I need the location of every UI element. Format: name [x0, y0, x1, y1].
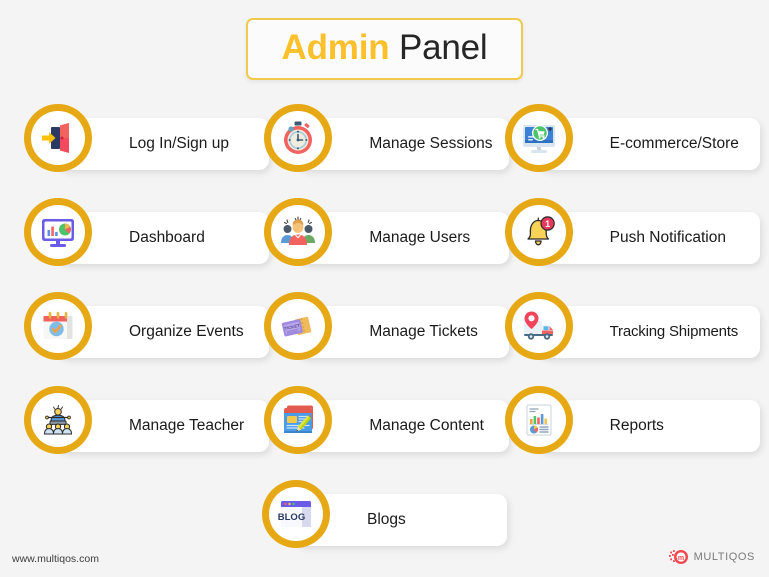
- feature-card-label: Organize Events: [129, 323, 244, 341]
- feature-cell: E-commerce/Store: [504, 104, 760, 198]
- page-title-box: Admin Panel: [245, 18, 524, 80]
- feature-icon-ring: 1: [504, 198, 573, 266]
- feature-card-label: Tracking Shipments: [609, 322, 739, 340]
- feature-card-label: Blogs: [367, 511, 406, 529]
- feature-icon-ring: [504, 104, 573, 172]
- feature-row: Blogs BLOG: [0, 480, 769, 574]
- page-title-container: Admin Panel: [0, 18, 769, 80]
- feature-grid: Log In/Sign up Manage Sessions E-commerc…: [0, 104, 769, 574]
- delivery-truck-pin-icon: [511, 299, 566, 353]
- tickets-icon: TICKET: [271, 299, 326, 353]
- stopwatch-icon: [271, 111, 326, 165]
- document-pencil-icon: [271, 393, 326, 447]
- multiqos-mark-icon: m: [668, 550, 688, 564]
- feature-card-label: Push Notification: [609, 229, 726, 247]
- page-title-rest: Panel: [389, 28, 488, 67]
- bell-badge-count: 1: [545, 219, 550, 229]
- feature-cell: Manage Sessions: [264, 104, 510, 198]
- feature-card-label: Log In/Sign up: [129, 135, 229, 153]
- teacher-students-icon: [31, 393, 85, 447]
- page-title: Admin Panel: [282, 30, 488, 65]
- feature-icon-ring: TICKET: [264, 292, 333, 360]
- feature-icon-ring: [24, 292, 92, 360]
- feature-card-label: Reports: [609, 417, 664, 435]
- feature-icon-ring: [24, 198, 92, 266]
- feature-card-label: Dashboard: [129, 229, 205, 247]
- feature-card-label: Manage Tickets: [369, 323, 478, 341]
- feature-row: Manage Teacher Manage Content Reports: [0, 386, 769, 480]
- feature-cell: Log In/Sign up: [24, 104, 269, 198]
- feature-card-label: Manage Sessions: [369, 135, 493, 153]
- feature-row: Log In/Sign up Manage Sessions E-commerc…: [0, 104, 769, 198]
- feature-cell: Manage Teacher: [24, 386, 269, 480]
- feature-cell: Tracking Shipments: [504, 292, 760, 386]
- brand-name: MULTIQOS: [693, 551, 755, 563]
- feature-cell: Dashboard: [24, 198, 269, 292]
- feature-icon-ring: [24, 386, 92, 454]
- feature-row: Dashboard Manage Users Push Notification…: [0, 198, 769, 292]
- feature-card-label: Manage Content: [369, 417, 484, 435]
- feature-icon-ring: [504, 292, 573, 360]
- feature-icon-ring: [264, 198, 333, 266]
- page-title-accent: Admin: [281, 28, 390, 67]
- bell-badge-icon: 1: [511, 205, 566, 259]
- feature-cell: Manage Tickets TICKET: [264, 292, 510, 386]
- feature-card-label: E-commerce/Store: [609, 135, 739, 153]
- monitor-cart-icon: [511, 111, 566, 165]
- feature-cell: Push Notification 1: [504, 198, 760, 292]
- footer-website-url[interactable]: www.multiqos.com: [12, 553, 99, 565]
- feature-cell: Blogs BLOG: [262, 480, 507, 574]
- blog-icon-text: BLOG: [278, 512, 305, 523]
- brand-logo: m MULTIQOS: [668, 547, 755, 567]
- users-group-icon: [271, 205, 326, 259]
- feature-icon-ring: [264, 386, 333, 454]
- calendar-check-icon: [31, 299, 85, 353]
- feature-icon-ring: [24, 104, 92, 172]
- feature-row: Organize Events Manage Tickets TICKET Tr…: [0, 292, 769, 386]
- feature-icon-ring: BLOG: [262, 480, 330, 548]
- brand-mark-letter: m: [677, 555, 683, 562]
- door-login-icon: [31, 111, 85, 165]
- feature-icon-ring: [504, 386, 573, 454]
- report-chart-icon: [511, 393, 566, 447]
- feature-card-label: Manage Users: [369, 229, 471, 247]
- feature-card-label: Manage Teacher: [129, 417, 245, 435]
- monitor-chart-icon: [31, 205, 85, 259]
- feature-icon-ring: [264, 104, 333, 172]
- feature-cell: Reports: [504, 386, 760, 480]
- feature-cell: Manage Content: [264, 386, 510, 480]
- feature-cell: Manage Users: [264, 198, 510, 292]
- blog-window-icon: BLOG: [269, 487, 323, 541]
- feature-cell: Organize Events: [24, 292, 269, 386]
